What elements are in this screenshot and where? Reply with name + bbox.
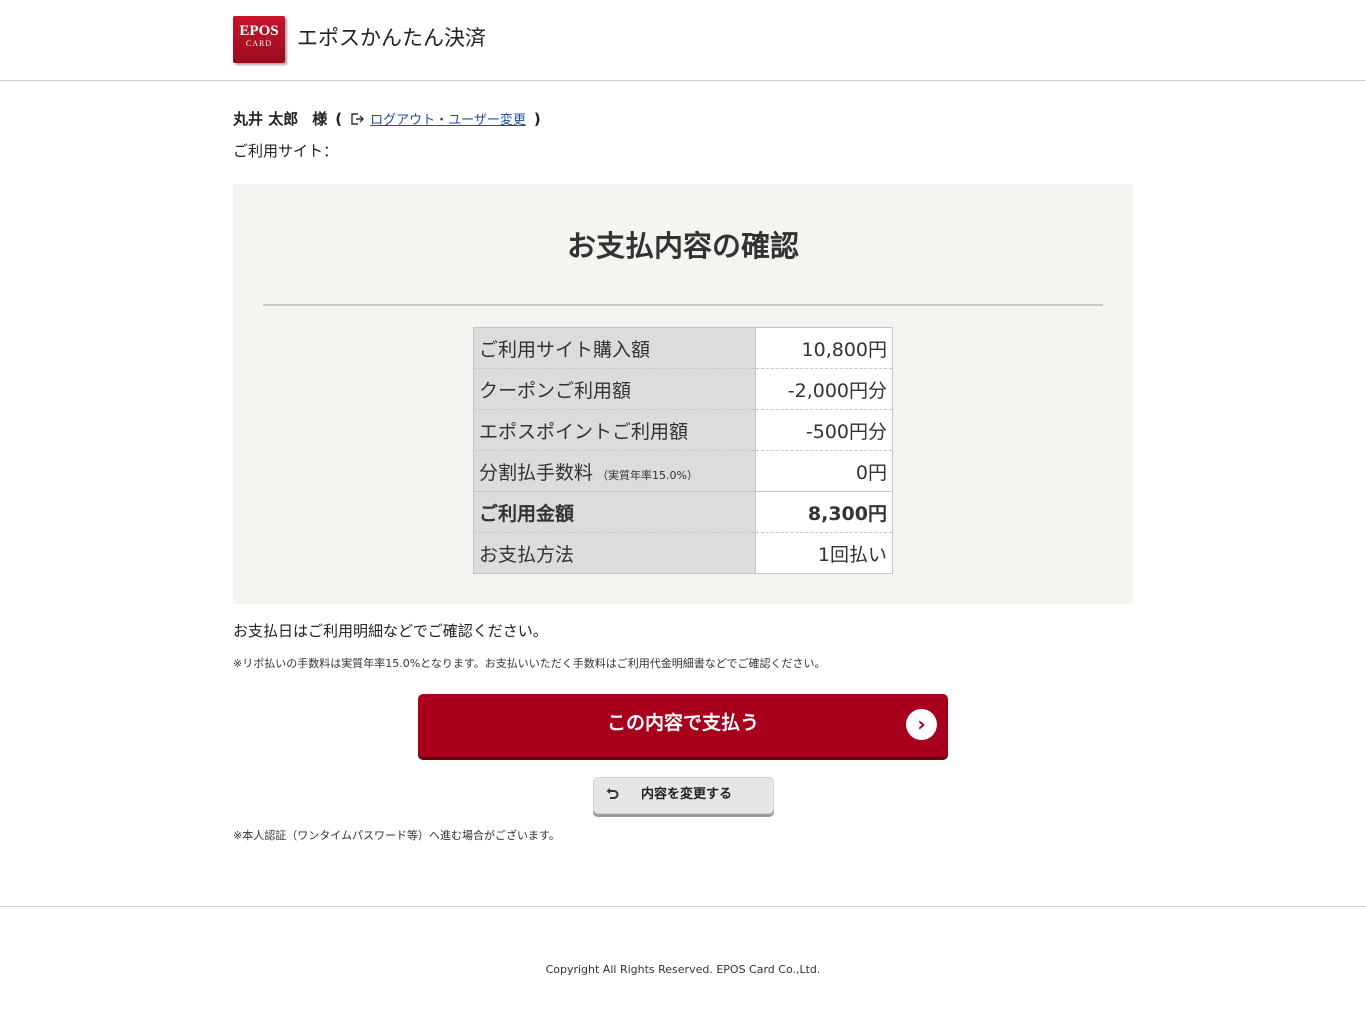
user-line: 丸井 太郎様 ( ログアウト・ユーザー変更) [233,108,549,130]
change-content-button[interactable]: 内容を変更する [593,777,774,814]
logo-text-card: CARD [245,39,273,48]
table-row: 分割払手数料 （実質年率15.0%） 0円 [473,450,893,492]
row-label: お支払方法 [473,532,756,574]
table-row-total: ご利用金額 8,300円 [473,491,893,533]
row-label-note: （実質年率15.0%） [597,468,698,482]
logo-text-epos: EPOS [239,23,279,39]
header: EPOS CARD エポスかんたん決済 [0,0,1366,81]
row-value: 8,300円 [755,491,893,533]
change-button-label: 内容を変更する [641,787,733,802]
row-label: エポスポイントご利用額 [473,409,756,451]
row-label: ご利用サイト購入額 [473,327,756,369]
site-label: ご利用サイト： [233,142,339,160]
revolving-fee-note: ※リボ払いの手数料は実質年率15.0%となります。お支払いいただく手数料はご利用… [233,657,826,670]
row-value: 0円 [755,450,893,492]
table-row: クーポンご利用額 -2,000円分 [473,368,893,410]
row-value: -2,000円分 [755,368,893,410]
row-value: 10,800円 [801,338,887,361]
user-honorific: 様 [312,110,328,128]
pay-button[interactable]: この内容で支払う › [418,694,948,757]
row-label: 分割払手数料 [479,461,594,484]
row-value: 1回払い [755,532,893,574]
paren-close: ) [533,110,541,128]
table-row: お支払方法 1回払い [473,532,893,574]
table-row: ご利用サイト購入額 10,800円 [473,327,893,369]
undo-arrow-icon [606,788,619,799]
logout-icon[interactable] [350,112,365,126]
chevron-right-icon: › [906,709,937,740]
divider [263,304,1103,306]
row-label: クーポンご利用額 [473,368,756,410]
user-name: 丸井 太郎 [233,110,299,128]
payment-date-note: お支払日はご利用明細などでご確認ください。 [233,622,548,640]
payment-confirmation-panel: お支払内容の確認 ご利用サイト購入額 10,800円 クーポンご利用額 -2,0… [233,184,1133,604]
app-title: エポスかんたん決済 [297,26,486,50]
authentication-note: ※本人認証（ワンタイムパスワード等）へ進む場合がございます。 [233,829,560,842]
logout-switch-user-link[interactable]: ログアウト・ユーザー変更 [370,113,526,128]
page-title: お支払内容の確認 [566,229,799,263]
epos-card-logo[interactable]: EPOS CARD [233,16,285,63]
row-value: -500円分 [755,409,893,451]
row-label-cell: 分割払手数料 （実質年率15.0%） [473,450,756,492]
row-label: ご利用金額 [473,491,756,533]
table-row: エポスポイントご利用額 -500円分 [473,409,893,451]
footer-divider [0,906,1366,907]
copyright: Copyright All Rights Reserved. EPOS Card… [545,963,821,976]
pay-button-label: この内容で支払う [606,712,759,734]
paren-open: ( [335,110,343,128]
payment-summary-table: ご利用サイト購入額 10,800円 クーポンご利用額 -2,000円分 エポスポ… [473,327,893,574]
